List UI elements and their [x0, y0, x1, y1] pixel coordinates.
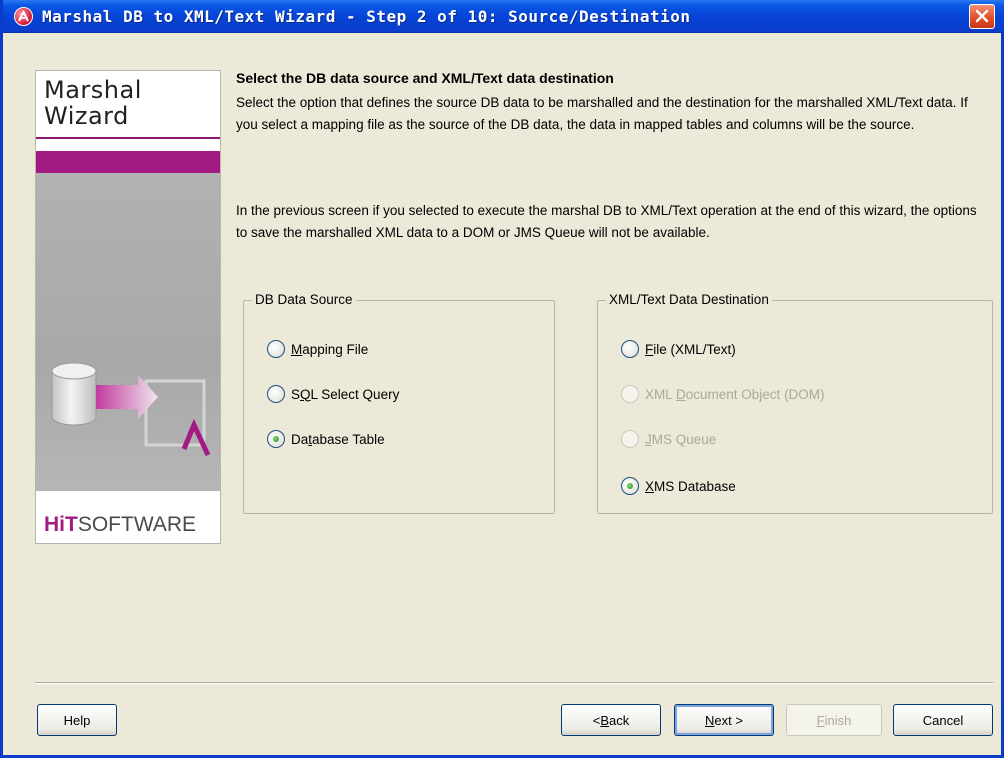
wizard-window: Marshal DB to XML/Text Wizard - Step 2 o… — [0, 0, 1004, 758]
banner-divider — [36, 137, 220, 139]
radio-button[interactable] — [267, 340, 285, 358]
radio-xms-database[interactable]: XMS Database — [621, 475, 736, 497]
radio-sql-select-query[interactable]: SQL Select Query — [267, 383, 399, 405]
page-heading: Select the DB data source and XML/Text d… — [236, 70, 614, 86]
banner-title: Marshal Wizard — [44, 76, 142, 130]
radio-label: SQL Select Query — [291, 386, 400, 402]
wizard-banner: Marshal Wizard HiTSOFTWARE — [35, 70, 221, 544]
finish-button[interactable]: Finish — [786, 704, 882, 736]
hitsoftware-logo: HiTSOFTWARE — [44, 513, 197, 536]
title-bar[interactable]: Marshal DB to XML/Text Wizard - Step 2 o… — [3, 0, 1004, 33]
radio-label: Database Table — [291, 431, 385, 447]
help-button[interactable]: Help — [37, 704, 117, 736]
radio-button-disabled[interactable] — [621, 430, 639, 448]
database-to-xml-icon — [51, 362, 211, 457]
db-source-group: DB Data Source Mapping File SQL Select Q… — [243, 292, 555, 514]
radio-label: Mapping File — [291, 341, 369, 357]
app-icon — [14, 7, 33, 26]
back-button[interactable]: < Back — [561, 704, 661, 736]
radio-button-disabled[interactable] — [621, 385, 639, 403]
window-title: Marshal DB to XML/Text Wizard - Step 2 o… — [42, 7, 691, 26]
radio-label: JMS Queue — [645, 431, 717, 447]
close-icon[interactable] — [969, 4, 995, 29]
next-button[interactable]: Next > — [674, 704, 774, 736]
radio-mapping-file[interactable]: Mapping File — [267, 338, 368, 360]
banner-stripe — [36, 151, 220, 173]
radio-button-checked[interactable] — [621, 477, 639, 495]
xml-destination-legend: XML/Text Data Destination — [606, 292, 772, 307]
description-text: Select the option that defines the sourc… — [236, 95, 968, 132]
note-text: In the previous screen if you selected t… — [236, 203, 977, 240]
radio-button[interactable] — [267, 385, 285, 403]
radio-label: File (XML/Text) — [645, 341, 736, 357]
radio-button-checked[interactable] — [267, 430, 285, 448]
radio-jms-queue[interactable]: JMS Queue — [621, 428, 716, 450]
db-source-legend: DB Data Source — [252, 292, 356, 307]
xml-destination-group: XML/Text Data Destination File (XML/Text… — [597, 292, 993, 514]
radio-label: XML Document Object (DOM) — [645, 386, 825, 402]
radio-file-xml-text[interactable]: File (XML/Text) — [621, 338, 736, 360]
cancel-button[interactable]: Cancel — [893, 704, 993, 736]
button-separator — [35, 682, 993, 684]
radio-database-table[interactable]: Database Table — [267, 428, 385, 450]
radio-label: XMS Database — [645, 478, 736, 494]
radio-button[interactable] — [621, 340, 639, 358]
radio-xml-dom[interactable]: XML Document Object (DOM) — [621, 383, 825, 405]
